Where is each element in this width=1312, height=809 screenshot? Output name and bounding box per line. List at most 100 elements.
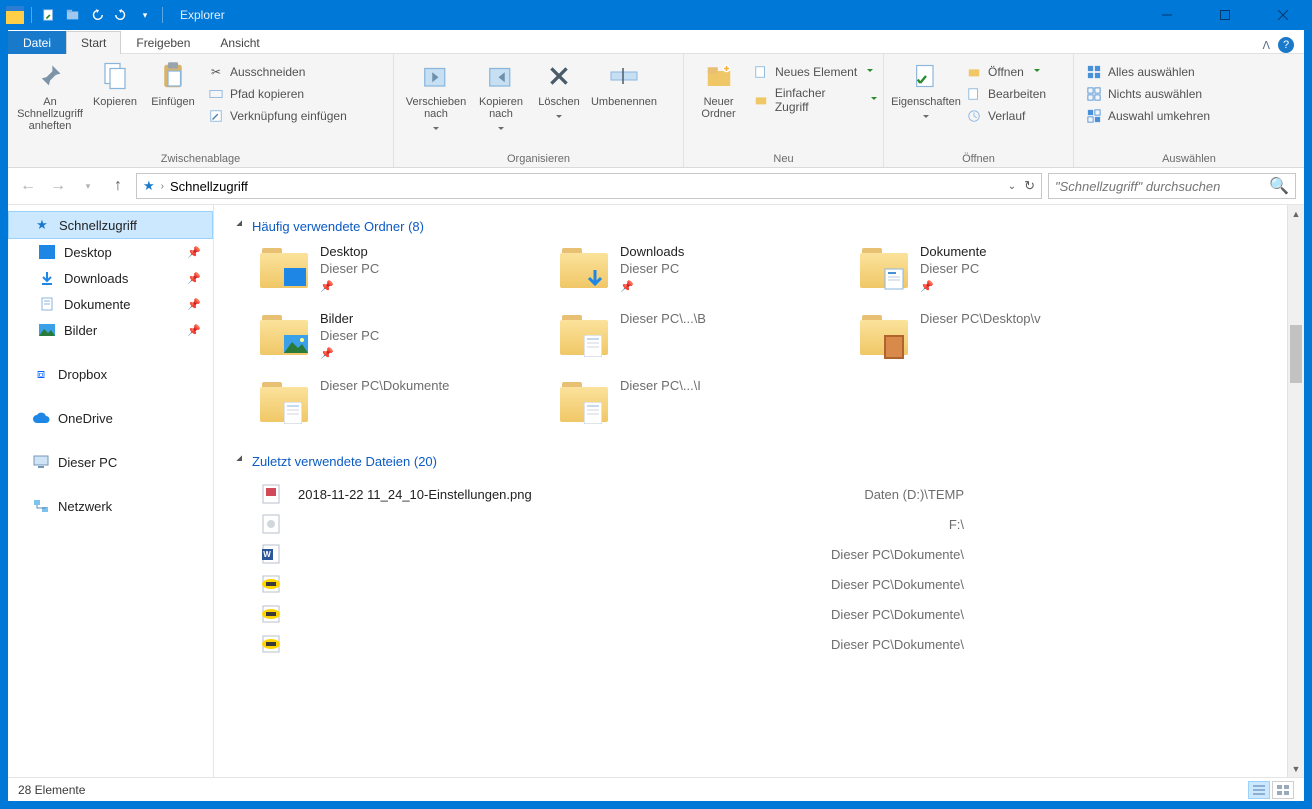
tab-view[interactable]: Ansicht [205, 31, 274, 54]
copy-path-button[interactable]: Pfad kopieren [208, 86, 347, 102]
folder-item[interactable]: Dieser PC\Dokumente [260, 378, 560, 422]
select-none-icon [1086, 86, 1102, 102]
search-icon[interactable]: 🔍 [1269, 176, 1289, 196]
close-button[interactable] [1254, 0, 1312, 30]
delete-icon [543, 60, 575, 92]
search-input[interactable] [1055, 179, 1269, 194]
sidebar-quick-access[interactable]: ★ Schnellzugriff [8, 211, 213, 239]
cut-button[interactable]: ✂Ausschneiden [208, 64, 347, 80]
invert-selection-button[interactable]: Auswahl umkehren [1086, 108, 1210, 124]
qat-redo-icon[interactable] [111, 5, 131, 25]
refresh-icon[interactable]: ↻ [1024, 178, 1035, 194]
sidebar-this-pc[interactable]: Dieser PC [8, 449, 213, 475]
address-bar[interactable]: ★ › Schnellzugriff ⌄ ↻ [136, 173, 1042, 199]
file-row[interactable]: F:\ [260, 509, 1304, 539]
pin-icon: 📌 [320, 347, 379, 360]
folder-item[interactable]: DokumenteDieser PC📌 [860, 244, 1160, 293]
forward-button[interactable]: → [46, 174, 70, 198]
file-icon [260, 573, 282, 595]
sidebar-desktop[interactable]: Desktop 📌 [8, 239, 213, 265]
copy-button[interactable]: Kopieren [86, 58, 144, 108]
group-label-new: Neu [684, 153, 883, 167]
sidebar-pictures[interactable]: Bilder 📌 [8, 317, 213, 343]
tab-start[interactable]: Start [66, 31, 121, 54]
help-icon[interactable]: ? [1278, 37, 1294, 53]
folder-location: Dieser PC [320, 261, 379, 276]
file-icon [260, 603, 282, 625]
collapse-ribbon-icon[interactable]: ᐱ [1262, 39, 1270, 52]
picture-icon [38, 321, 56, 339]
properties-button[interactable]: Eigenschaften [890, 58, 962, 124]
edit-button[interactable]: Bearbeiten [966, 86, 1046, 102]
folder-item[interactable]: Dieser PC\...\B [560, 311, 860, 360]
file-name: 2018-11-22 11_24_10-Einstellungen.png [298, 487, 532, 502]
sidebar-network[interactable]: Netzwerk [8, 493, 213, 519]
copy-to-button[interactable]: Kopieren nach [472, 58, 530, 136]
paste-button[interactable]: Einfügen [144, 58, 202, 108]
breadcrumb[interactable]: Schnellzugriff [170, 179, 248, 194]
back-button[interactable]: ← [16, 174, 40, 198]
minimize-button[interactable] [1138, 0, 1196, 30]
sidebar-onedrive[interactable]: OneDrive [8, 405, 213, 431]
document-icon [38, 295, 56, 313]
network-icon [32, 497, 50, 515]
file-row[interactable]: WDieser PC\Dokumente\ [260, 539, 1304, 569]
folder-item[interactable]: DesktopDieser PC📌 [260, 244, 560, 293]
copy-icon [99, 60, 131, 92]
paste-shortcut-button[interactable]: Verknüpfung einfügen [208, 108, 347, 124]
file-icon: W [260, 543, 282, 565]
folder-name: Dokumente [920, 244, 986, 259]
monitor-icon [32, 453, 50, 471]
qat-undo-icon[interactable] [87, 5, 107, 25]
app-icon [6, 6, 24, 24]
file-row[interactable]: Dieser PC\Dokumente\ [260, 629, 1304, 659]
sidebar-downloads[interactable]: Downloads 📌 [8, 265, 213, 291]
vertical-scrollbar[interactable]: ▲ ▼ [1287, 205, 1304, 777]
easy-access-button[interactable]: Einfacher Zugriff [753, 86, 877, 114]
open-button[interactable]: Öffnen [966, 64, 1046, 80]
folder-item[interactable]: DownloadsDieser PC📌 [560, 244, 860, 293]
folder-item[interactable]: Dieser PC\...\I [560, 378, 860, 422]
tab-file[interactable]: Datei [8, 31, 66, 54]
scroll-thumb[interactable] [1290, 325, 1302, 383]
large-icons-view-button[interactable] [1272, 781, 1294, 799]
scroll-down-icon[interactable]: ▼ [1288, 760, 1304, 777]
pin-to-quick-access-button[interactable]: An Schnellzugriff anheften [14, 58, 86, 132]
qat-customize-icon[interactable]: ▾ [135, 5, 155, 25]
up-button[interactable]: ↑ [106, 174, 130, 198]
details-view-button[interactable] [1248, 781, 1270, 799]
address-dropdown-icon[interactable]: ⌄ [1008, 181, 1016, 192]
move-to-button[interactable]: Verschieben nach [400, 58, 472, 136]
dropbox-icon: ⧈ [32, 365, 50, 383]
new-item-button[interactable]: Neues Element [753, 64, 877, 80]
maximize-button[interactable] [1196, 0, 1254, 30]
folder-location: Dieser PC\Desktop\v [920, 311, 1041, 326]
file-row[interactable]: Dieser PC\Dokumente\ [260, 569, 1304, 599]
section-frequent-folders[interactable]: Häufig verwendete Ordner (8) [230, 213, 1304, 244]
rename-button[interactable]: Umbenennen [588, 58, 660, 108]
folder-icon [860, 244, 908, 288]
folder-item[interactable]: BilderDieser PC📌 [260, 311, 560, 360]
scroll-up-icon[interactable]: ▲ [1288, 205, 1304, 222]
select-none-button[interactable]: Nichts auswählen [1086, 86, 1210, 102]
file-row[interactable]: 2018-11-22 11_24_10-Einstellungen.pngDat… [260, 479, 1304, 509]
pin-icon: 📌 [620, 280, 684, 293]
sidebar-dropbox[interactable]: ⧈ Dropbox [8, 361, 213, 387]
qat-new-folder-icon[interactable] [63, 5, 83, 25]
item-count: 28 Elemente [18, 783, 85, 797]
new-folder-button[interactable]: Neuer Ordner [690, 58, 747, 120]
search-box[interactable]: 🔍 [1048, 173, 1296, 199]
recent-locations-button[interactable]: ▾ [76, 174, 100, 198]
history-button[interactable]: Verlauf [966, 108, 1046, 124]
select-all-button[interactable]: Alles auswählen [1086, 64, 1210, 80]
sidebar-documents[interactable]: Dokumente 📌 [8, 291, 213, 317]
delete-button[interactable]: Löschen [530, 58, 588, 124]
tab-share[interactable]: Freigeben [121, 31, 205, 54]
file-row[interactable]: Dieser PC\Dokumente\ [260, 599, 1304, 629]
window-title: Explorer [180, 8, 225, 22]
section-recent-files[interactable]: Zuletzt verwendete Dateien (20) [230, 448, 1304, 479]
folder-item[interactable]: Dieser PC\Desktop\v [860, 311, 1160, 360]
file-path: Dieser PC\Dokumente\ [831, 637, 964, 652]
open-icon [966, 64, 982, 80]
qat-properties-icon[interactable] [39, 5, 59, 25]
